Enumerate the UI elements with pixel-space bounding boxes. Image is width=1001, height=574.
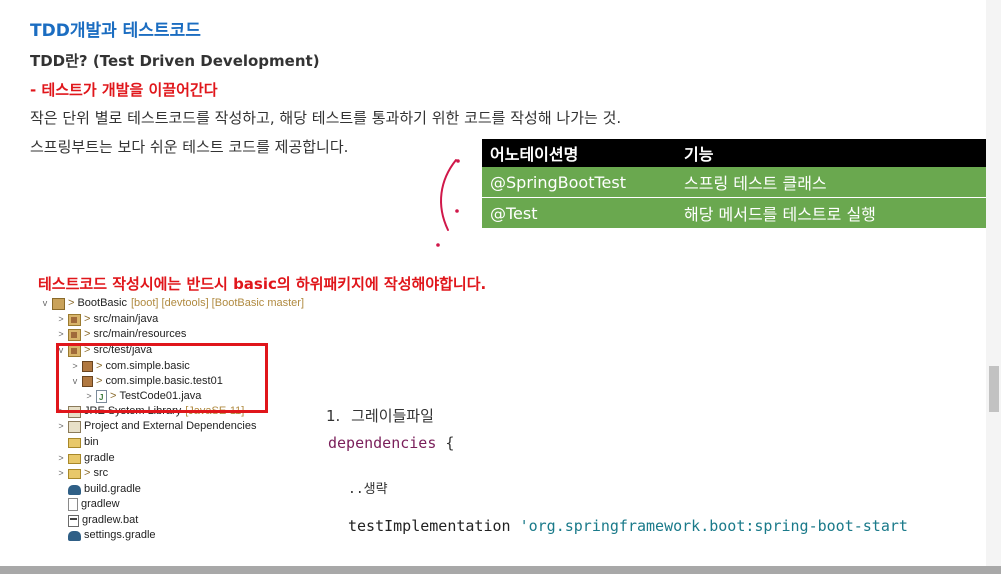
chevron-right-icon[interactable]: >	[56, 419, 66, 434]
table-row: @Test 해당 메서드를 테스트로 실행	[482, 197, 988, 228]
tree-item-dependencies[interactable]: > Project and External Dependencies	[56, 419, 256, 434]
highlight-box	[56, 343, 268, 413]
code-line-dependencies: dependencies {	[328, 434, 454, 452]
vertical-scrollbar-thumb[interactable]	[989, 366, 999, 412]
function-cell: 스프링 테스트 클래스	[676, 167, 988, 198]
table-row: @SpringBootTest 스프링 테스트 클래스	[482, 167, 988, 198]
code-section-label: 그레이들파일	[351, 407, 434, 425]
source-folder-icon	[68, 328, 81, 341]
horizontal-scrollbar[interactable]	[0, 566, 1001, 574]
tree-label: bin	[84, 436, 99, 448]
chevron-right-icon[interactable]: >	[56, 466, 66, 481]
tree-item-settings-gradle[interactable]: settings.gradle	[56, 528, 156, 543]
batch-file-icon	[68, 514, 79, 527]
tdd-description: 작은 단위 별로 테스트코드를 작성하고, 해당 테스트를 통과하기 위한 코드…	[30, 109, 622, 127]
source-folder-icon	[68, 313, 81, 326]
chevron-down-icon[interactable]: v	[40, 296, 50, 311]
tree-prefix: >	[84, 313, 91, 325]
folder-icon	[68, 437, 81, 448]
gradle-elephant-icon	[68, 530, 81, 541]
vertical-scrollbar[interactable]	[986, 0, 1001, 566]
annotation-table-header: 어노테이션명 기능	[482, 139, 988, 167]
tree-item-src-main-java[interactable]: > > src/main/java	[56, 312, 158, 327]
header-function: 기능	[676, 139, 988, 167]
code-brace: {	[445, 434, 455, 452]
tree-item-gradlew[interactable]: gradlew	[56, 497, 120, 512]
pen-scribble	[436, 159, 460, 247]
code-string: 'org.springframework.boot:spring-boot-st…	[519, 517, 908, 535]
page-title: TDD개발과 테스트코드	[30, 21, 201, 41]
tree-label: src/main/java	[93, 313, 159, 325]
gradle-elephant-icon	[68, 484, 81, 495]
project-meta: [boot] [devtools] [BootBasic master]	[130, 297, 304, 309]
tree-label: Project and External Dependencies	[84, 420, 257, 432]
tree-item-gradle[interactable]: > gradle	[56, 451, 115, 466]
chevron-right-icon[interactable]: >	[56, 312, 66, 327]
tree-prefix: >	[84, 328, 91, 340]
tree-item-src[interactable]: > > src	[56, 466, 108, 481]
springboot-description: 스프링부트는 보다 쉬운 테스트 코드를 제공합니다.	[30, 138, 349, 156]
function-cell: 해당 메서드를 테스트로 실행	[676, 197, 988, 228]
tree-label: build.gradle	[84, 483, 141, 495]
tree-item-build-gradle[interactable]: build.gradle	[56, 482, 141, 497]
code-keyword: dependencies	[328, 434, 437, 452]
project-icon	[52, 297, 65, 310]
library-icon	[68, 420, 81, 433]
annotation-cell: @Test	[482, 197, 676, 228]
tree-label: settings.gradle	[84, 529, 156, 541]
chevron-right-icon[interactable]: >	[56, 451, 66, 466]
tdd-emphasis: - 테스트가 개발을 이끌어간다	[30, 81, 218, 99]
chevron-right-icon[interactable]: >	[56, 327, 66, 342]
code-line-test-implementation: testImplementation 'org.springframework.…	[348, 517, 908, 535]
annotation-cell: @SpringBootTest	[482, 167, 676, 198]
tree-label: src	[93, 467, 109, 479]
code-line-omitted: ..생략	[348, 482, 388, 497]
file-icon	[68, 498, 78, 511]
tree-label: gradlew.bat	[82, 514, 139, 526]
header-annotation-name: 어노테이션명	[482, 139, 676, 167]
tree-item-src-main-resources[interactable]: > > src/main/resources	[56, 327, 186, 342]
code-call: testImplementation	[348, 517, 511, 535]
package-warning: 테스트코드 작성시에는 반드시 basic의 하위패키지에 작성해야합니다.	[38, 275, 487, 293]
project-name: BootBasic	[77, 297, 127, 309]
tree-item-gradlew-bat[interactable]: gradlew.bat	[56, 513, 138, 528]
folder-icon	[68, 468, 81, 479]
annotation-table: 어노테이션명 기능 @SpringBootTest 스프링 테스트 클래스 @T…	[482, 139, 988, 228]
tdd-subtitle: TDD란? (Test Driven Development)	[30, 52, 320, 70]
tree-label: gradle	[84, 452, 115, 464]
folder-icon	[68, 453, 81, 464]
tree-prefix: >	[84, 467, 91, 479]
list-number: 1.	[326, 407, 341, 425]
code-section-heading: 1. 그레이들파일	[326, 405, 434, 426]
tree-item-project[interactable]: v > BootBasic [boot] [devtools] [BootBas…	[40, 296, 304, 311]
tree-label: gradlew	[81, 498, 120, 510]
tree-prefix: >	[68, 297, 75, 309]
tree-label: src/main/resources	[93, 328, 187, 340]
tree-item-bin[interactable]: bin	[56, 435, 99, 450]
